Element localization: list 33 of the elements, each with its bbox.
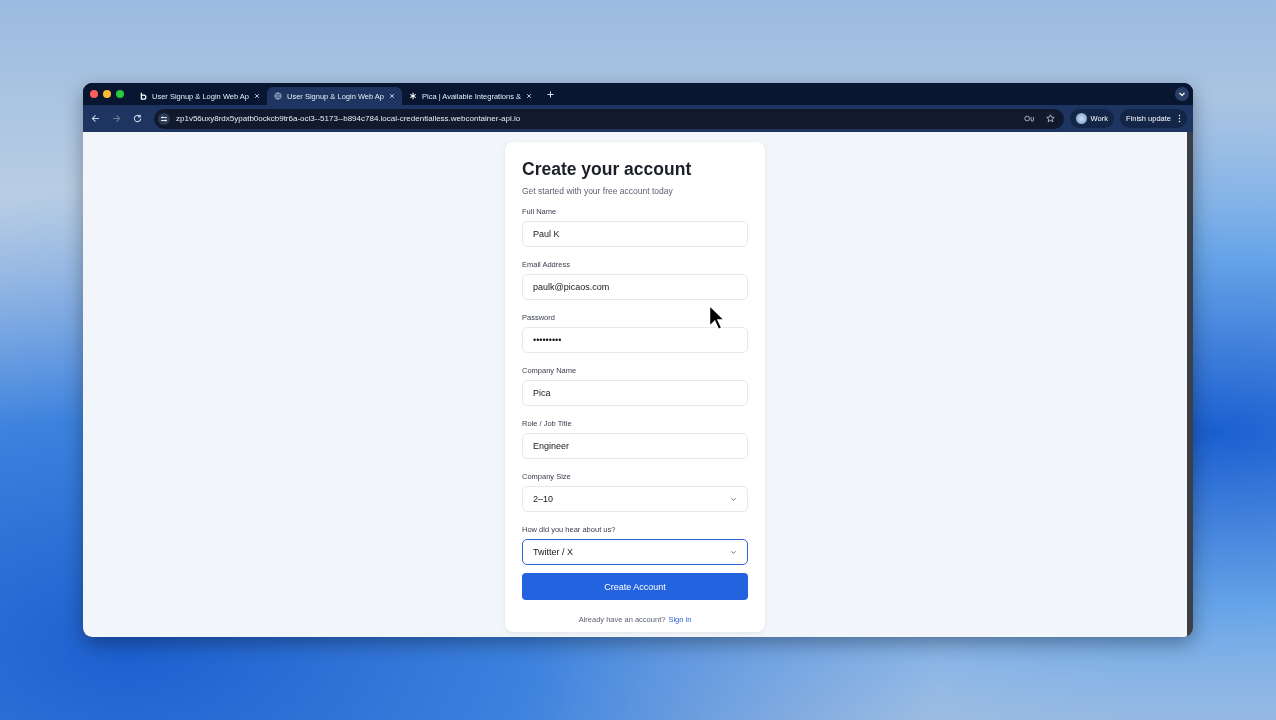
minimize-window-icon[interactable]	[103, 90, 111, 98]
select-field[interactable]: 2–10	[522, 486, 748, 512]
address-bar[interactable]: zp1v56uxy8rdx5ypatb0ockcb9tr6a-oci3--5173--b894c784.local-credentialless.webcontainer-api.io	[154, 108, 1064, 129]
site-settings-icon[interactable]	[158, 112, 170, 125]
avatar-icon	[1075, 113, 1087, 124]
chevron-down-icon	[730, 496, 737, 502]
globe-icon	[274, 92, 282, 100]
input-field[interactable]: paulk@picaos.com	[522, 274, 748, 300]
input-field[interactable]: Paul K	[522, 221, 748, 247]
reload-icon[interactable]	[133, 114, 142, 123]
close-tab-icon[interactable]	[526, 93, 532, 99]
form-title: Create your account	[522, 159, 693, 180]
favicon-icon	[139, 92, 147, 100]
new-tab-icon[interactable]	[547, 90, 554, 98]
asterisk-icon	[409, 92, 418, 100]
chevron-down-icon	[730, 549, 737, 555]
close-window-icon[interactable]	[90, 90, 98, 98]
mouse-pointer-icon	[708, 304, 726, 331]
form-subtitle: Get started with your free account today	[522, 186, 674, 196]
close-tab-icon[interactable]	[254, 93, 260, 99]
create-account-button[interactable]: Create Account	[522, 573, 748, 600]
select-field[interactable]: Twitter / X	[522, 539, 748, 565]
more-menu-icon[interactable]	[1178, 114, 1181, 123]
input-field[interactable]: Engineer	[522, 433, 748, 459]
maximize-window-icon[interactable]	[116, 90, 124, 98]
input-field[interactable]: Pica	[522, 380, 748, 406]
back-icon[interactable]	[91, 114, 100, 123]
password-field[interactable]: •••••••••	[522, 327, 748, 353]
forward-icon[interactable]	[112, 114, 121, 123]
star-icon[interactable]	[1044, 114, 1056, 123]
url-text: zp1v56uxy8rdx5ypatb0ockcb9tr6a-oci3--5173--b894c784.local-credentialless.webcontainer-api.io	[176, 114, 521, 123]
tab-search-icon[interactable]	[1175, 87, 1189, 101]
close-tab-icon[interactable]	[389, 93, 396, 99]
